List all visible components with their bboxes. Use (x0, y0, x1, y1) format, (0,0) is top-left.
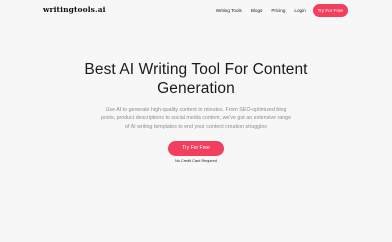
hero-subtitle: Use AI to generate high-quality content … (100, 107, 292, 130)
top-navbar: writingtools.ai Writing Tools Blogs Pric… (0, 0, 392, 22)
nav-try-free-button[interactable]: Try For Free (312, 4, 348, 17)
nav-link-pricing[interactable]: Pricing (271, 8, 285, 13)
no-credit-card-note: No Credit Card Required (175, 158, 217, 163)
nav-link-login[interactable]: Login (294, 8, 305, 13)
nav-links: Writing Tools Blogs Pricing Login Try Fo… (216, 4, 348, 17)
hero-title: Best AI Writing Tool For Content Generat… (0, 60, 392, 98)
hero-title-line1: Best AI Writing Tool For Content (84, 61, 308, 78)
hero-try-free-button[interactable]: Try For Free (168, 140, 224, 156)
nav-link-writing-tools[interactable]: Writing Tools (216, 8, 242, 13)
hero-title-line2: Generation (157, 80, 235, 97)
hero-section: Best AI Writing Tool For Content Generat… (0, 60, 392, 163)
nav-link-blogs[interactable]: Blogs (251, 8, 263, 13)
site-logo[interactable]: writingtools.ai (43, 5, 106, 14)
